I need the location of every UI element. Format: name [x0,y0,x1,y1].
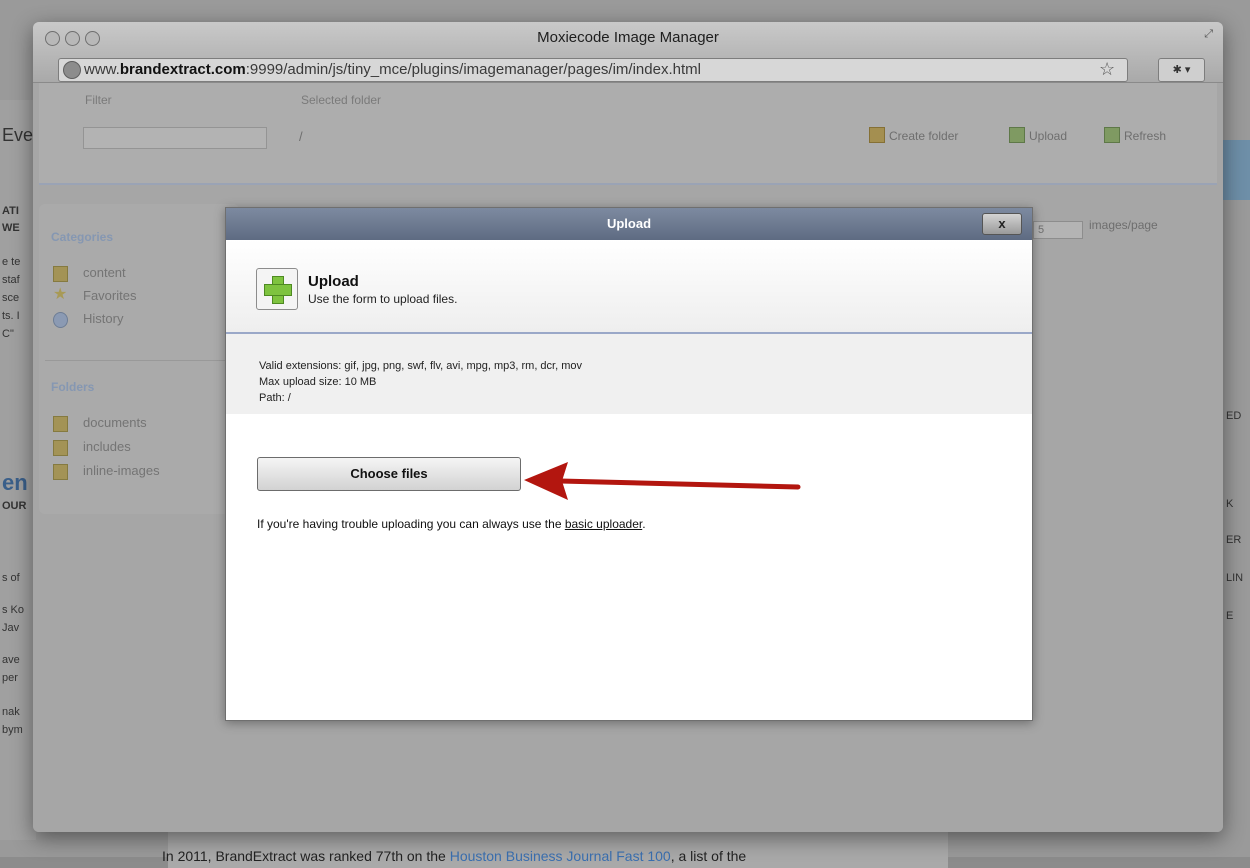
annotation-arrow-icon [524,462,801,500]
